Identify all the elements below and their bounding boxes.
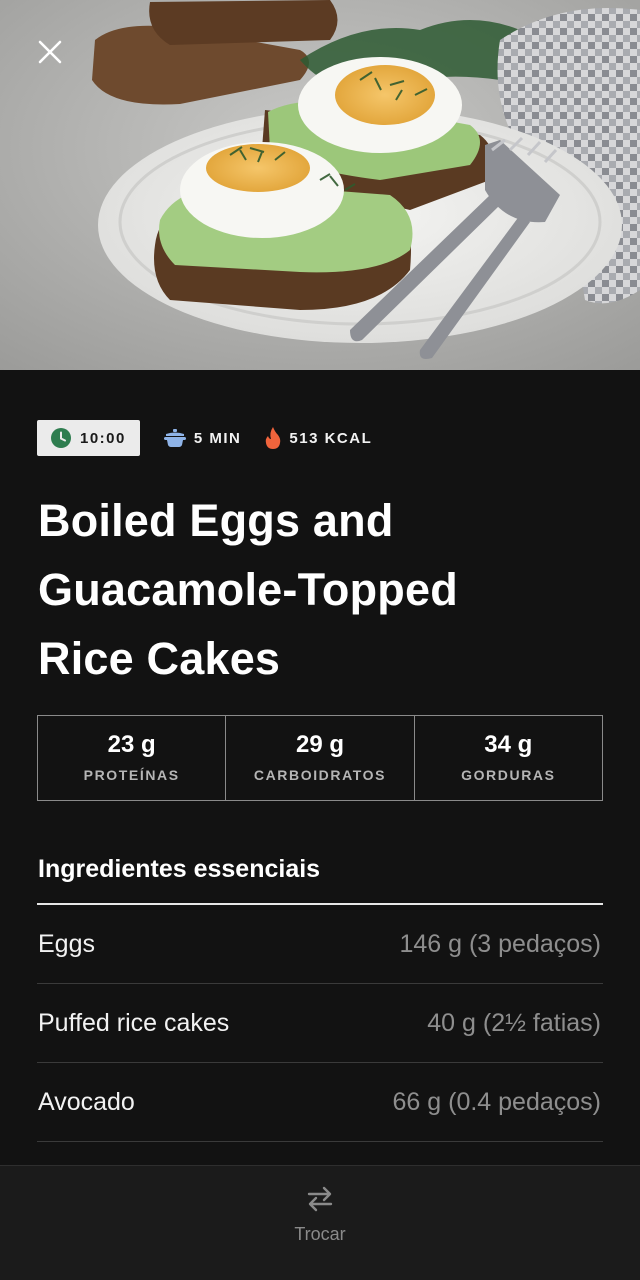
recipe-title: Boiled Eggs and Guacamole-Topped Rice Ca… xyxy=(38,486,608,693)
macro-label: CARBOIDRATOS xyxy=(253,767,387,783)
macro-value: 29 g xyxy=(295,731,344,758)
prep-duration-value: 5 MIN xyxy=(193,429,242,447)
meal-time: 10:00 xyxy=(80,429,126,447)
recipe-title-line: Rice Cakes xyxy=(38,633,281,684)
calorie-count: 513 KCAL xyxy=(265,427,372,449)
ingredient-amount: 40 g (2½ fatias) xyxy=(427,1008,601,1037)
ingredient-name: Avocado xyxy=(38,1087,135,1116)
pot-icon xyxy=(163,429,186,447)
calorie-value: 513 KCAL xyxy=(289,429,373,447)
macro-value: 34 g xyxy=(484,731,533,758)
swap-button[interactable]: Trocar xyxy=(270,1184,370,1254)
recipe-title-line: Boiled Eggs and xyxy=(38,495,394,546)
swap-label: Trocar xyxy=(294,1224,346,1244)
clock-icon xyxy=(51,428,71,448)
ingredient-row[interactable]: Puffed rice cakes 40 g (2½ fatias) xyxy=(37,984,603,1063)
ingredients-list: Eggs 146 g (3 pedaços) Puffed rice cakes… xyxy=(37,903,603,1142)
close-icon xyxy=(38,40,62,64)
ingredient-amount: 146 g (3 pedaços) xyxy=(399,929,601,958)
macros-table: 23 g PROTEÍNAS 29 g CARBOIDRATOS 34 g GO… xyxy=(37,715,603,801)
macro-label: GORDURAS xyxy=(461,767,556,783)
ingredient-name: Eggs xyxy=(38,929,95,958)
macro-carbs: 29 g CARBOIDRATOS xyxy=(226,716,415,800)
recipe-meta-row: 10:00 5 MIN 513 KCAL xyxy=(37,420,372,456)
recipe-photo-illustration xyxy=(0,0,640,370)
recipe-details: 10:00 5 MIN 513 KCAL Boiled Eggs and Gua… xyxy=(0,370,640,1165)
ingredient-name: Puffed rice cakes xyxy=(38,1008,230,1037)
meal-time-badge: 10:00 xyxy=(37,420,140,456)
macro-value: 23 g xyxy=(107,731,156,758)
ingredient-amount: 66 g (0.4 pedaços) xyxy=(392,1087,601,1116)
prep-duration: 5 MIN xyxy=(163,429,242,447)
ingredients-heading: Ingredientes essenciais xyxy=(38,855,321,883)
flame-icon xyxy=(266,427,281,449)
ingredient-row[interactable]: Eggs 146 g (3 pedaços) xyxy=(37,905,603,984)
macro-protein: 23 g PROTEÍNAS xyxy=(38,716,227,800)
bottom-action-bar: Trocar xyxy=(0,1165,640,1280)
macro-fat: 34 g GORDURAS xyxy=(415,716,602,800)
recipe-title-line: Guacamole-Topped xyxy=(38,564,458,615)
ingredient-row[interactable]: Avocado 66 g (0.4 pedaços) xyxy=(37,1063,603,1142)
macro-label: PROTEÍNAS xyxy=(83,767,180,783)
swap-arrows-icon xyxy=(307,1186,333,1212)
recipe-photo xyxy=(0,0,640,370)
close-button[interactable] xyxy=(30,32,70,72)
